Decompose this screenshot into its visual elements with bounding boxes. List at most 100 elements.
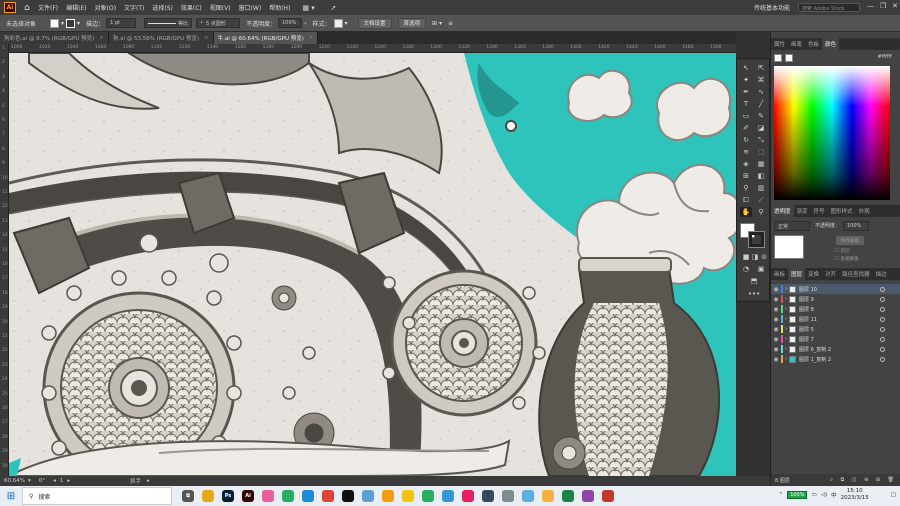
stroke-weight-field[interactable]: 1 pt [106, 18, 137, 28]
target-icon[interactable] [880, 286, 885, 292]
chevron-down-icon[interactable]: ▾ [61, 20, 64, 27]
chevron-down-icon[interactable]: ▾ [345, 20, 348, 27]
gradient-tool-icon[interactable]: ◧ [755, 171, 767, 181]
chevron-down-icon[interactable]: ▾ [28, 478, 31, 484]
perspective-grid-tool-icon[interactable]: ▦ [755, 159, 767, 169]
tab-transparency[interactable]: 透明度 [771, 205, 794, 217]
layer-row[interactable]: ◉ › 图层 1_复制 2 [771, 354, 900, 364]
eye-icon[interactable]: ◉ [771, 356, 781, 363]
layer-name[interactable]: 图层 11 [799, 316, 817, 323]
menu-help[interactable]: 帮助(H) [265, 3, 294, 12]
app-purple-icon[interactable] [582, 490, 594, 502]
tab-ox[interactable]: 牛.ai @ 60.64% (RGB/GPU 预览) × [213, 32, 319, 44]
expand-arrow-icon[interactable]: › [785, 336, 787, 342]
mesh-tool-icon[interactable]: ⊞ [740, 171, 752, 181]
rotation-field[interactable]: 0° [39, 478, 45, 484]
warp-tool-icon[interactable]: ≋ [740, 147, 752, 157]
tab-graphic-styles[interactable]: 图形样式 [828, 205, 856, 217]
expand-arrow-icon[interactable]: › [785, 346, 787, 352]
horizontal-ruler[interactable]: 1000 1020 1040 1060 1080 1100 1120 1140 1160 1180… [9, 44, 736, 53]
tab-dog[interactable]: 狗.ai @ 53.56% (RGB/GPU 预览) × [108, 32, 214, 44]
clock[interactable]: 15:10 2023/3/15 [841, 488, 869, 502]
app-green-icon[interactable] [422, 490, 434, 502]
tab-align[interactable]: 对齐 [822, 268, 839, 280]
layer-name[interactable]: 图层 5 [799, 326, 814, 333]
artboard-canvas[interactable] [9, 53, 736, 476]
graphic-style-swatch[interactable] [333, 18, 343, 28]
stroke-color-swatch[interactable] [748, 231, 765, 248]
screen-mode-change-icon[interactable]: ⬒ [748, 276, 760, 286]
line-tool-icon[interactable]: ╱ [755, 99, 767, 109]
hand-tool-icon[interactable]: ✋ [740, 207, 752, 217]
close-icon[interactable]: × [204, 35, 209, 41]
eraser-tool-icon[interactable]: ◪ [755, 123, 767, 133]
tab-color[interactable]: 颜色 [822, 38, 840, 50]
tab-symbols[interactable]: 符号 [811, 205, 828, 217]
chevron-right-icon[interactable]: ▸ [147, 478, 150, 484]
draw-mode-icon[interactable]: ◔ [740, 264, 752, 274]
qq-icon[interactable] [342, 490, 354, 502]
send-icon[interactable]: ➚ [330, 4, 350, 12]
target-icon[interactable] [880, 296, 885, 302]
layer-row[interactable]: ◉ › 图层 10 [771, 284, 900, 294]
chrome-icon[interactable] [322, 490, 334, 502]
document-setup-button[interactable]: 文档设置 [357, 17, 392, 29]
app-bird-icon[interactable] [522, 490, 534, 502]
shaper-tool-icon[interactable]: ✐ [740, 123, 752, 133]
home-icon[interactable]: ⌂ [20, 1, 34, 15]
color-stroke-preview[interactable] [785, 54, 793, 62]
tray-expand-icon[interactable]: ⌃ [779, 492, 784, 498]
layer-name[interactable]: 图层 10 [799, 286, 817, 293]
close-icon[interactable]: ✕ [892, 2, 898, 10]
screen-mode-icon[interactable]: ▣ [755, 264, 767, 274]
menu-effect[interactable]: 效果(C) [177, 3, 206, 12]
stock-search-input[interactable]: 搜索 Adobe Stock [798, 3, 860, 12]
invert-mask-checkbox[interactable]: ☐ 反相蒙版 [835, 256, 858, 262]
tab-dog-color[interactable]: 狗彩色.ai @ 9.7% (RGB/GPU 预览) × [0, 32, 109, 44]
shape-builder-tool-icon[interactable]: ◈ [740, 159, 752, 169]
menu-view[interactable]: 视图(V) [206, 3, 235, 12]
stroke-swatch[interactable] [66, 18, 76, 28]
scale-tool-icon[interactable]: ⤡ [755, 135, 767, 145]
tab-brushes[interactable]: 画笔 [788, 38, 805, 50]
eye-icon[interactable]: ◉ [771, 326, 781, 333]
input-method-icon[interactable]: 中 [831, 491, 837, 499]
app-wechat2-icon[interactable] [562, 490, 574, 502]
stroke-profile-dropdown[interactable]: 等比 [144, 18, 193, 28]
tab-artboards[interactable]: 画板 [771, 268, 788, 280]
layer-row[interactable]: ◉ › 图层 5 [771, 324, 900, 334]
rectangle-tool-icon[interactable]: ▭ [740, 111, 752, 121]
target-icon[interactable] [880, 356, 885, 362]
type-tool-icon[interactable]: T [740, 99, 752, 109]
layers-footer-actions[interactable]: ⌕ ⧉ ◫ ⊕ ⊞ 🗑 [830, 477, 897, 483]
expand-arrow-icon[interactable]: › [785, 316, 787, 322]
selection-tool-icon[interactable]: ↖ [740, 63, 752, 73]
app-gray-icon[interactable] [502, 490, 514, 502]
eye-icon[interactable]: ◉ [771, 316, 781, 323]
magic-wand-tool-icon[interactable]: ✦ [740, 75, 752, 85]
artboard-number-field[interactable]: 1 [60, 478, 64, 484]
eye-icon[interactable]: ◉ [771, 286, 781, 293]
artboard-next-icon[interactable]: ▸ [67, 478, 70, 484]
tab-swatches[interactable]: 色板 [805, 38, 822, 50]
tab-layers[interactable]: 图层 [788, 268, 806, 280]
layer-row[interactable]: ◉ › 图层 11 [771, 314, 900, 324]
photoshop-icon[interactable]: Ps [222, 490, 234, 502]
app-yellow-icon[interactable] [402, 490, 414, 502]
none-mode-icon[interactable]: ⊘ [758, 252, 770, 262]
preferences-button[interactable]: 首选项 [397, 17, 427, 29]
close-icon[interactable]: × [99, 35, 104, 41]
wechat-icon[interactable] [282, 490, 294, 502]
close-icon[interactable]: × [309, 35, 314, 41]
maximize-icon[interactable]: ❐ [880, 2, 886, 10]
expand-arrow-icon[interactable]: › [785, 286, 787, 292]
target-icon[interactable] [880, 346, 885, 352]
layer-name[interactable]: 图层 9 [799, 296, 814, 303]
notification-icon[interactable]: ▢ [891, 492, 896, 498]
slice-tool-icon[interactable]: ⟋ [755, 195, 767, 205]
taskbar-search-box[interactable]: ⚲ 搜索 [22, 487, 172, 505]
direct-selection-tool-icon[interactable]: ⇱ [755, 63, 767, 73]
tab-gradient[interactable]: 渐变 [794, 205, 811, 217]
layer-name[interactable]: 图层 8 [799, 306, 814, 313]
tab-pathfinder[interactable]: 路径查找器 [839, 268, 873, 280]
